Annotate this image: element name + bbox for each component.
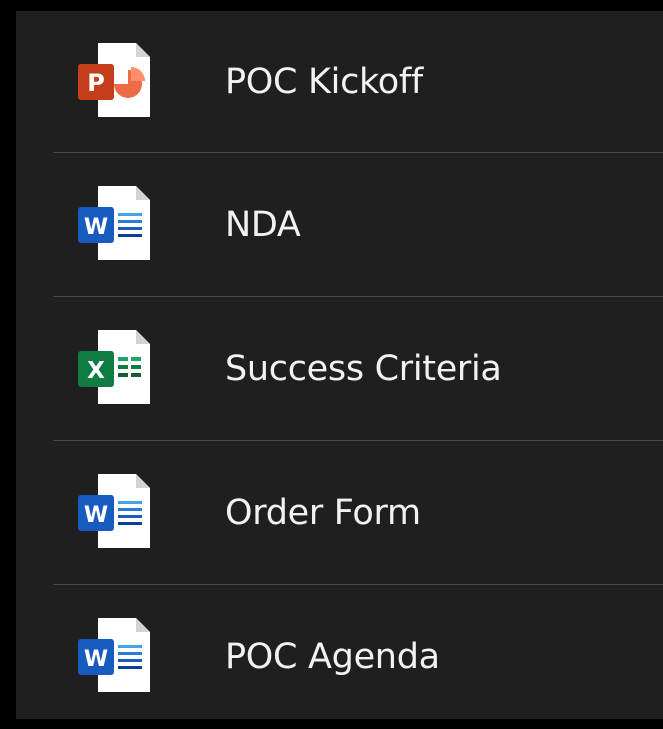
app-letter: P <box>87 69 105 97</box>
file-item-poc-kickoff[interactable]: P POC Kickoff <box>16 11 663 153</box>
app-letter: X <box>87 358 105 384</box>
file-list-panel: P POC Kickoff W NDA X Success Criteria W… <box>16 11 663 719</box>
file-name: Success Criteria <box>225 349 502 389</box>
word-file-icon: W <box>76 183 152 263</box>
file-item-nda[interactable]: W NDA <box>16 153 663 297</box>
file-name: POC Agenda <box>225 637 440 677</box>
app-letter: W <box>84 503 108 528</box>
file-name: POC Kickoff <box>225 62 423 102</box>
word-file-icon: W <box>76 471 152 551</box>
file-name: NDA <box>225 205 301 245</box>
file-name: Order Form <box>225 493 421 533</box>
file-item-order-form[interactable]: W Order Form <box>16 441 663 585</box>
file-item-success-criteria[interactable]: X Success Criteria <box>16 297 663 441</box>
app-letter: W <box>84 215 108 240</box>
file-list: P POC Kickoff W NDA X Success Criteria W… <box>16 11 663 729</box>
app-letter: W <box>84 647 108 672</box>
powerpoint-file-icon: P <box>76 40 152 120</box>
excel-file-icon: X <box>76 327 152 407</box>
file-item-poc-agenda[interactable]: W POC Agenda <box>16 585 663 729</box>
word-file-icon: W <box>76 615 152 695</box>
